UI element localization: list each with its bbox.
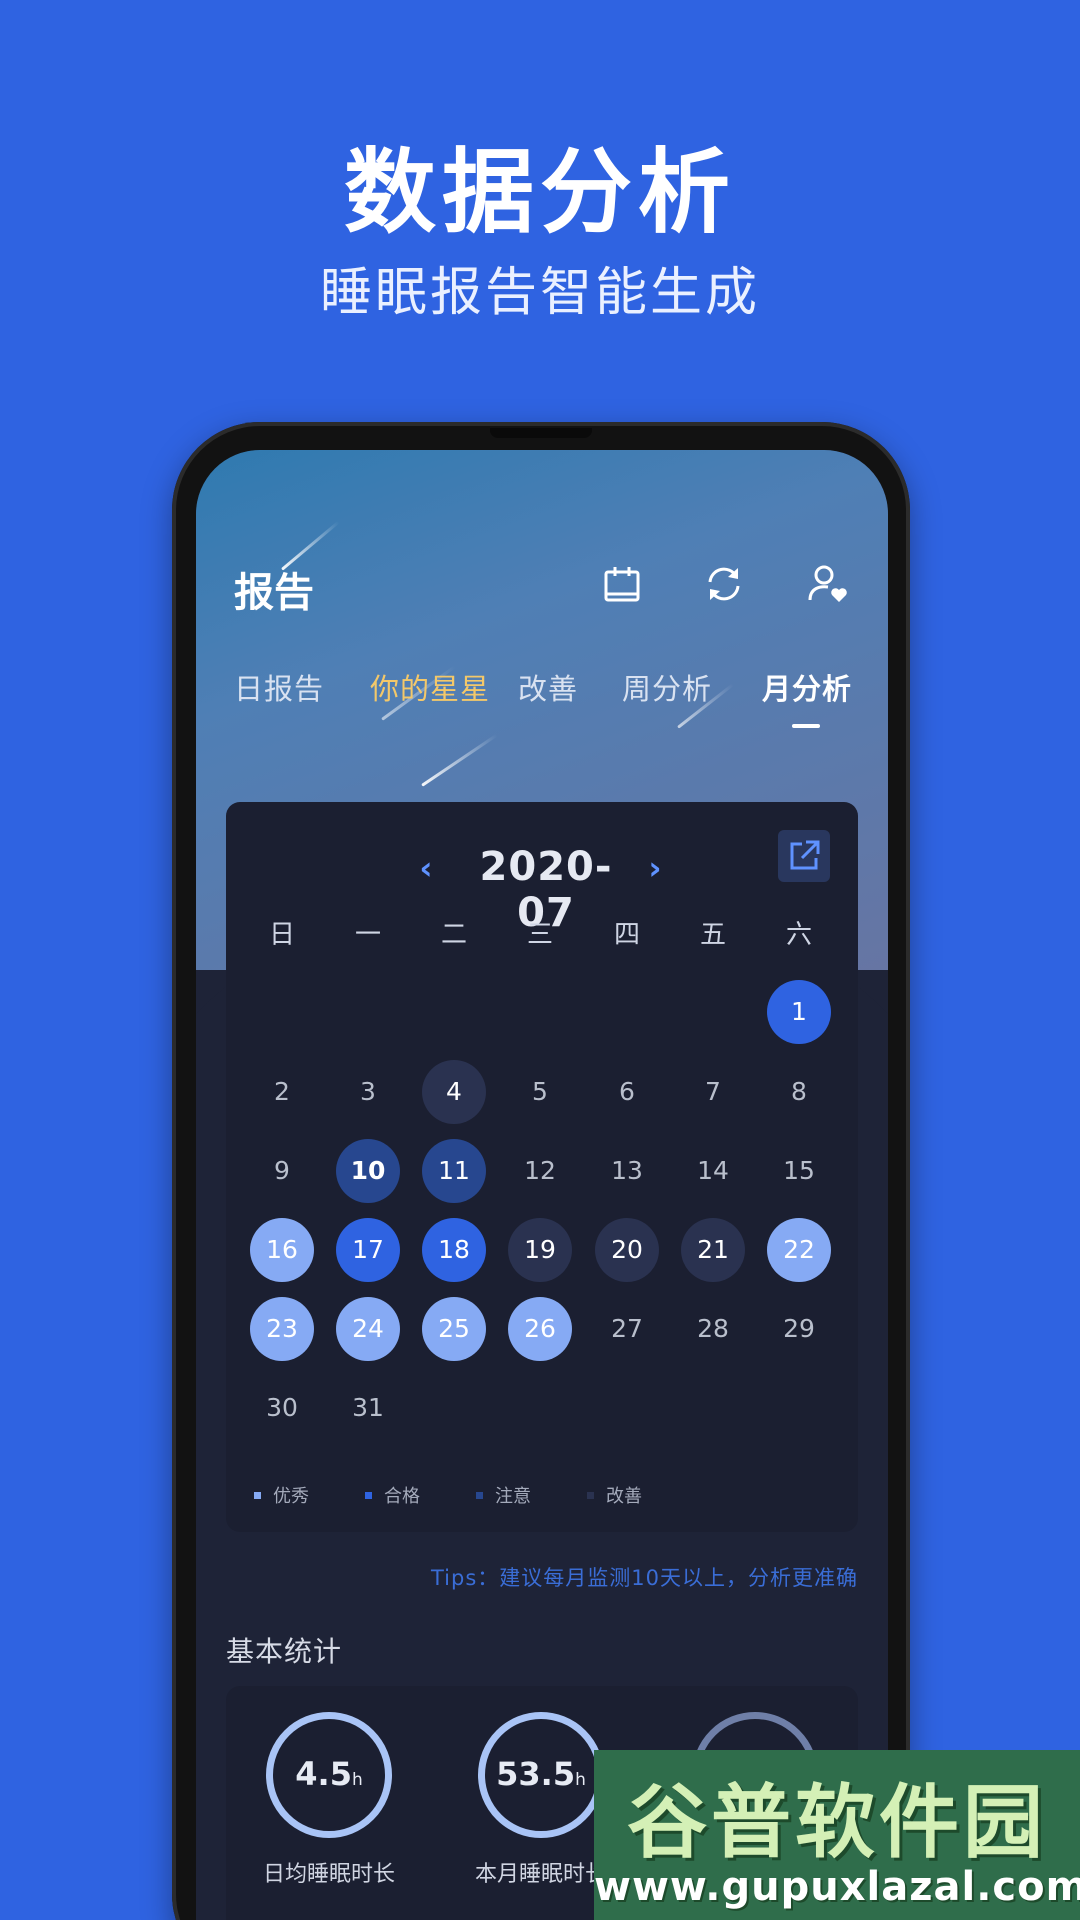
tab-weekly-analysis[interactable]: 周分析: [622, 666, 712, 708]
tab-daily-report[interactable]: 日报告: [234, 666, 324, 708]
watermark-url: www.gupuxlazal.com: [594, 1864, 1080, 1910]
calendar-nav: ‹ 2020-07 ›: [226, 840, 858, 936]
legend-item: 优秀: [254, 1482, 309, 1508]
legend-label: 改善: [606, 1486, 642, 1507]
stat-unit: h: [351, 1770, 363, 1790]
weekday-row: 日 一 二 三 四 五 六: [226, 914, 858, 954]
stat-unit: h: [575, 1770, 586, 1790]
phone-notch: [490, 428, 592, 438]
calendar-day[interactable]: 17: [336, 1218, 400, 1282]
calendar-day[interactable]: 16: [250, 1218, 314, 1282]
calendar-day[interactable]: 23: [250, 1297, 314, 1361]
promo-subtitle: 睡眠报告智能生成: [319, 263, 760, 323]
legend-item: 合格: [365, 1482, 420, 1508]
stat-ring: 53.5h: [478, 1712, 604, 1838]
app-screen: 报告 日报告 你的星星 改善 周分析 月分析 ‹ 2020-07 › 日 一 二…: [196, 450, 888, 1920]
refresh-icon[interactable]: [702, 562, 746, 606]
calendar-day[interactable]: 8: [767, 1060, 831, 1124]
calendar-day[interactable]: 30: [250, 1376, 314, 1440]
calendar-day[interactable]: 21: [681, 1218, 745, 1282]
calendar-day[interactable]: 10: [336, 1139, 400, 1203]
calendar-day[interactable]: 31: [336, 1376, 400, 1440]
legend-swatch: [476, 1491, 483, 1499]
legend-swatch: [587, 1491, 594, 1499]
watermark: 谷普软件园 www.gupuxlazal.com: [594, 1750, 1080, 1920]
stat-number: 53.5: [496, 1755, 576, 1793]
calendar-day[interactable]: 1: [767, 980, 831, 1044]
watermark-name: 谷普软件园: [627, 1776, 1047, 1869]
calendar-day[interactable]: 9: [250, 1139, 314, 1203]
calendar-day[interactable]: 20: [595, 1218, 659, 1282]
tab-improve[interactable]: 改善: [518, 666, 578, 708]
legend-label: 注意: [495, 1486, 531, 1507]
calendar-day[interactable]: 6: [595, 1060, 659, 1124]
stat-value: 4.5h: [273, 1755, 385, 1793]
calendar-day[interactable]: 15: [767, 1139, 831, 1203]
weekday-label: 日: [268, 920, 295, 950]
calendar-icon[interactable]: [600, 562, 644, 606]
calendar-day[interactable]: 5: [508, 1060, 572, 1124]
external-link-icon: [790, 840, 820, 870]
section-title-basic-stats: 基本统计: [226, 1635, 343, 1668]
calendar-day[interactable]: 26: [508, 1297, 572, 1361]
tab-active-indicator: [792, 724, 820, 728]
weekday-label: 六: [785, 920, 812, 950]
legend-label: 优秀: [273, 1486, 309, 1507]
tips-text: Tips：建议每月监测10天以上，分析更准确: [430, 1566, 858, 1590]
legend-item: 改善: [587, 1482, 642, 1508]
calendar-day[interactable]: 24: [336, 1297, 400, 1361]
calendar-day[interactable]: 13: [595, 1139, 659, 1203]
calendar-card: ‹ 2020-07 › 日 一 二 三 四 五 六 1 2 3 4 5 6 7: [226, 802, 858, 1532]
weekday-label: 二: [440, 920, 467, 950]
weekday-label: 一: [354, 920, 381, 950]
tab-monthly-analysis[interactable]: 月分析: [762, 666, 852, 708]
calendar-day[interactable]: 7: [681, 1060, 745, 1124]
calendar-day[interactable]: 19: [508, 1218, 572, 1282]
calendar-day[interactable]: 12: [508, 1139, 572, 1203]
calendar-day[interactable]: 4: [422, 1060, 486, 1124]
calendar-day[interactable]: 25: [422, 1297, 486, 1361]
calendar-day[interactable]: 29: [767, 1297, 831, 1361]
share-button[interactable]: [778, 830, 830, 882]
weekday-label: 四: [613, 920, 640, 950]
meteor-decoration: [421, 733, 498, 787]
next-month-button[interactable]: ›: [640, 848, 670, 888]
legend-swatch: [365, 1491, 372, 1499]
legend-item: 注意: [476, 1482, 531, 1508]
calendar-day[interactable]: 2: [250, 1060, 314, 1124]
page-title: 报告: [234, 570, 314, 616]
stat-label: 日均睡眠时长: [262, 1862, 395, 1887]
tab-bar: 日报告 你的星星 改善 周分析 月分析: [196, 666, 888, 726]
calendar-day[interactable]: 27: [595, 1297, 659, 1361]
weekday-label: 三: [526, 920, 553, 950]
promo-title: 数据分析: [343, 139, 736, 246]
calendar-day[interactable]: 22: [767, 1218, 831, 1282]
weekday-label: 五: [699, 920, 726, 950]
calendar-day[interactable]: 18: [422, 1218, 486, 1282]
prev-month-button[interactable]: ‹: [411, 848, 441, 888]
stat-value: 53.5h: [485, 1755, 597, 1793]
calendar-day[interactable]: 14: [681, 1139, 745, 1203]
legend-label: 合格: [384, 1486, 420, 1507]
calendar-day[interactable]: 11: [422, 1139, 486, 1203]
tab-your-stars[interactable]: 你的星星: [370, 666, 490, 708]
calendar-day[interactable]: 3: [336, 1060, 400, 1124]
user-heart-icon[interactable]: [806, 562, 850, 606]
stat-number: 4.5: [295, 1755, 352, 1793]
stat-ring: 4.5h: [266, 1712, 392, 1838]
calendar-legend: 优秀 合格 注意 改善: [254, 1482, 854, 1512]
legend-swatch: [254, 1491, 261, 1499]
calendar-day[interactable]: 28: [681, 1297, 745, 1361]
